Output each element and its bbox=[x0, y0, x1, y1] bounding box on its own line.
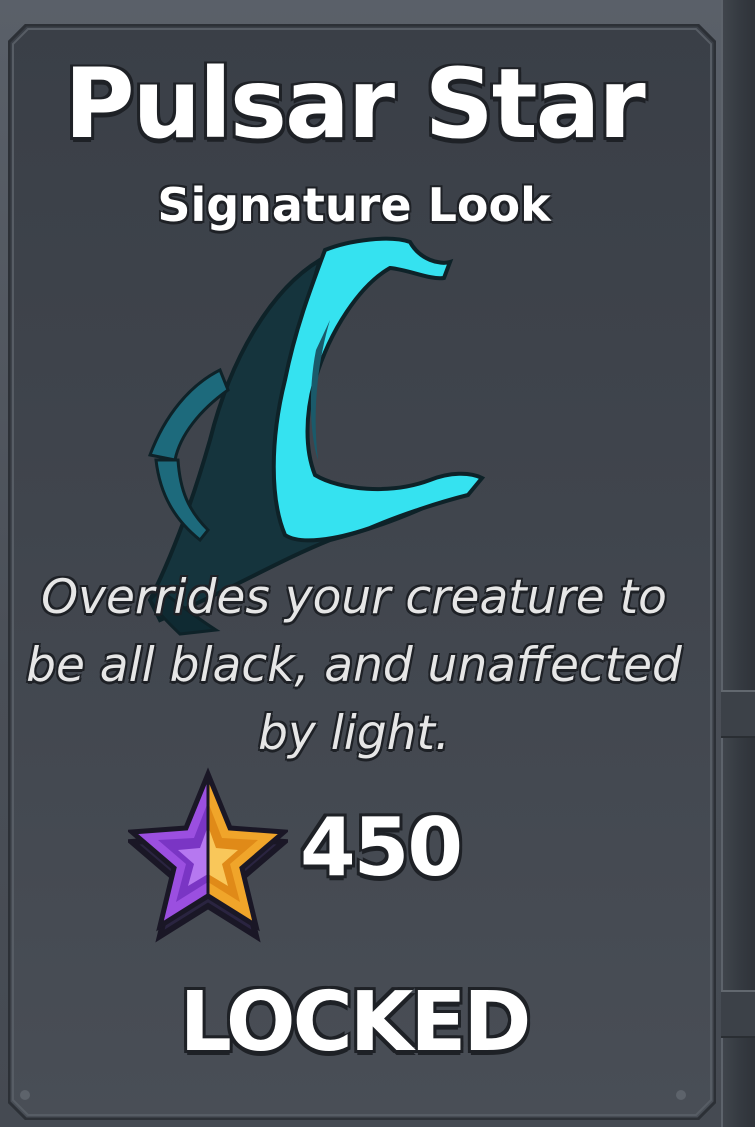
item-description: Overrides your creature to be all black,… bbox=[26, 570, 682, 761]
card-corner-rivet bbox=[20, 1090, 30, 1100]
rail-divider bbox=[721, 990, 755, 1038]
side-scrollbar-rail[interactable] bbox=[721, 0, 755, 1127]
rail-divider bbox=[721, 690, 755, 738]
item-cost: 450 bbox=[300, 801, 463, 894]
item-title: Pulsar Star bbox=[64, 48, 645, 160]
card-corner-rivet bbox=[676, 1090, 686, 1100]
item-category: Signature Look bbox=[157, 178, 551, 232]
star-icon bbox=[128, 767, 288, 943]
locked-status: LOCKED bbox=[179, 975, 532, 1070]
